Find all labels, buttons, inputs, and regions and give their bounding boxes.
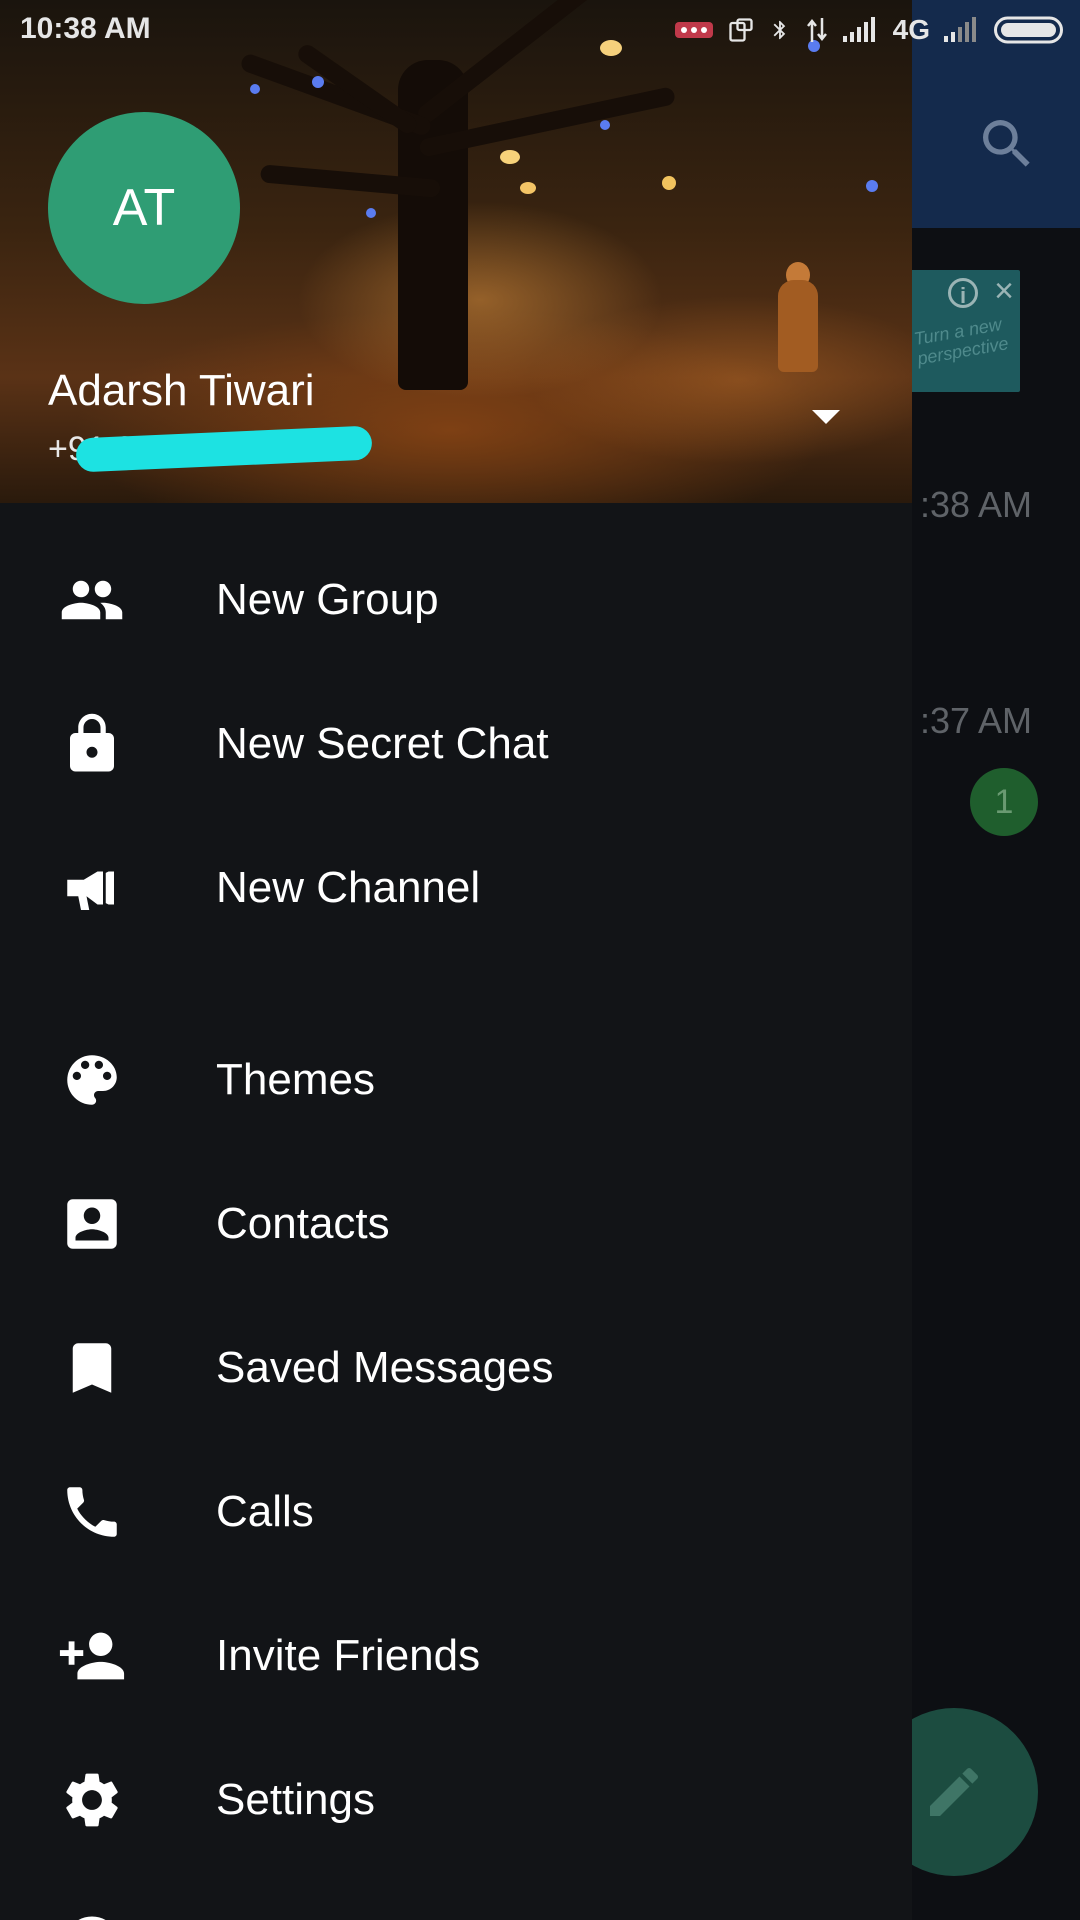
notification-dots-icon — [674, 22, 713, 38]
drawer-header[interactable]: AT Adarsh Tiwari +91 9621 16 — [0, 0, 912, 503]
lock-icon — [56, 713, 128, 774]
bookmark-icon — [56, 1338, 128, 1398]
screen: i × Turn a new perspective :38 AM :37 AM… — [0, 0, 1080, 1920]
menu-label: New Channel — [216, 863, 481, 912]
search-icon[interactable] — [975, 112, 1039, 176]
battery-icon — [994, 16, 1063, 44]
menu-label: Invite Friends — [216, 1631, 481, 1680]
ad-text: Turn a new perspective — [912, 314, 1010, 369]
signal-strength-icon — [842, 17, 875, 42]
menu-item-new-secret-chat[interactable]: New Secret Chat — [0, 672, 912, 816]
pencil-icon — [930, 1767, 979, 1816]
screen-rotate-icon — [728, 18, 753, 42]
signal-strength-secondary-icon — [944, 17, 976, 42]
help-icon — [56, 1914, 128, 1920]
bluetooth-icon — [773, 20, 785, 40]
menu-item-themes[interactable]: Themes — [0, 1008, 912, 1152]
menu-label: New Group — [216, 575, 439, 624]
data-transfer-icon — [806, 18, 827, 42]
ad-info-icon[interactable]: i — [948, 278, 978, 308]
menu-item-new-channel[interactable]: New Channel — [0, 816, 912, 960]
chat-time: :38 AM — [919, 484, 1032, 525]
menu-item-saved-messages[interactable]: Saved Messages — [0, 1296, 912, 1440]
navigation-drawer: AT Adarsh Tiwari +91 9621 16 New Group N… — [0, 0, 912, 1920]
ad-banner[interactable]: i × Turn a new perspective — [905, 270, 1020, 392]
menu-label: Calls — [216, 1487, 314, 1536]
add-person-icon — [56, 1626, 128, 1686]
status-bar: 10:38 AM 4G — [0, 0, 1080, 60]
ad-close-icon[interactable]: × — [994, 274, 1014, 308]
chevron-down-icon[interactable] — [806, 404, 846, 430]
status-time: 10:38 AM — [20, 12, 151, 45]
group-icon — [56, 570, 128, 630]
menu-item-calls[interactable]: Calls — [0, 1440, 912, 1584]
menu-item-partial[interactable] — [0, 1872, 912, 1920]
megaphone-icon — [56, 858, 128, 918]
palette-icon — [56, 1050, 128, 1110]
contact-card-icon — [56, 1194, 128, 1254]
menu-label: New Secret Chat — [216, 719, 549, 768]
menu-label: Contacts — [216, 1199, 390, 1248]
menu-item-contacts[interactable]: Contacts — [0, 1152, 912, 1296]
menu-label: Settings — [216, 1775, 375, 1824]
avatar[interactable]: AT — [48, 112, 240, 304]
unread-badge: 1 — [970, 768, 1038, 836]
menu-item-invite-friends[interactable]: Invite Friends — [0, 1584, 912, 1728]
menu-item-settings[interactable]: Settings — [0, 1728, 912, 1872]
menu-label: Themes — [216, 1055, 375, 1104]
user-name: Adarsh Tiwari — [48, 366, 315, 415]
chat-time: :37 AM — [919, 700, 1032, 741]
status-icons: 4G — [674, 12, 1066, 48]
menu-item-new-group[interactable]: New Group — [0, 528, 912, 672]
menu-label: Saved Messages — [216, 1343, 554, 1392]
network-type-label: 4G — [892, 14, 930, 45]
phone-icon — [56, 1482, 128, 1542]
gear-icon — [56, 1770, 128, 1830]
